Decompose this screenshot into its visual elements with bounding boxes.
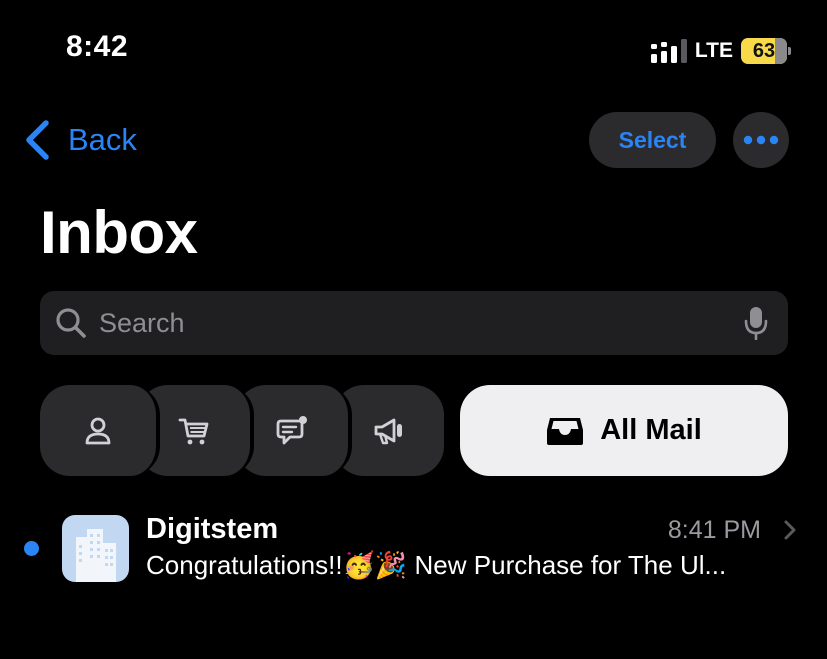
tray-icon (547, 417, 584, 445)
person-icon (85, 417, 111, 444)
network-type: LTE (694, 39, 733, 62)
signal-icon (650, 39, 687, 63)
search-bar[interactable] (40, 291, 788, 355)
ellipsis-icon (743, 135, 779, 145)
all-mail-chip[interactable]: All Mail (460, 385, 788, 476)
microphone-icon[interactable] (744, 306, 768, 340)
avatar (62, 515, 129, 582)
status-time: 8:42 (66, 30, 129, 63)
chevron-left-icon (26, 120, 49, 160)
chat-icon (276, 415, 307, 444)
mail-sender: Digitstem (146, 513, 279, 545)
list-item[interactable]: Digitstem 8:41 PM Congratulations!!🥳🎉 Ne… (0, 500, 827, 600)
search-input[interactable] (87, 291, 744, 355)
back-label: Back (68, 122, 137, 157)
chevron-right-icon (784, 520, 796, 540)
battery-icon: 63 (741, 38, 791, 64)
mail-time: 8:41 PM (667, 516, 761, 544)
page-title: Inbox (40, 199, 198, 266)
all-mail-label: All Mail (600, 414, 702, 446)
battery-level: 63 (752, 40, 776, 62)
megaphone-icon (374, 418, 402, 444)
more-button[interactable] (733, 112, 789, 168)
cart-icon (178, 418, 209, 444)
back-button[interactable]: Back (22, 112, 137, 168)
search-icon (56, 308, 86, 338)
category-primary-chip[interactable] (40, 385, 160, 476)
select-button[interactable]: Select (589, 112, 716, 168)
unread-indicator (24, 541, 39, 556)
mail-preview: Congratulations!!🥳🎉 New Purchase for The… (146, 550, 727, 580)
status-indicators: LTE 63 (650, 36, 791, 66)
building-icon (76, 529, 116, 582)
